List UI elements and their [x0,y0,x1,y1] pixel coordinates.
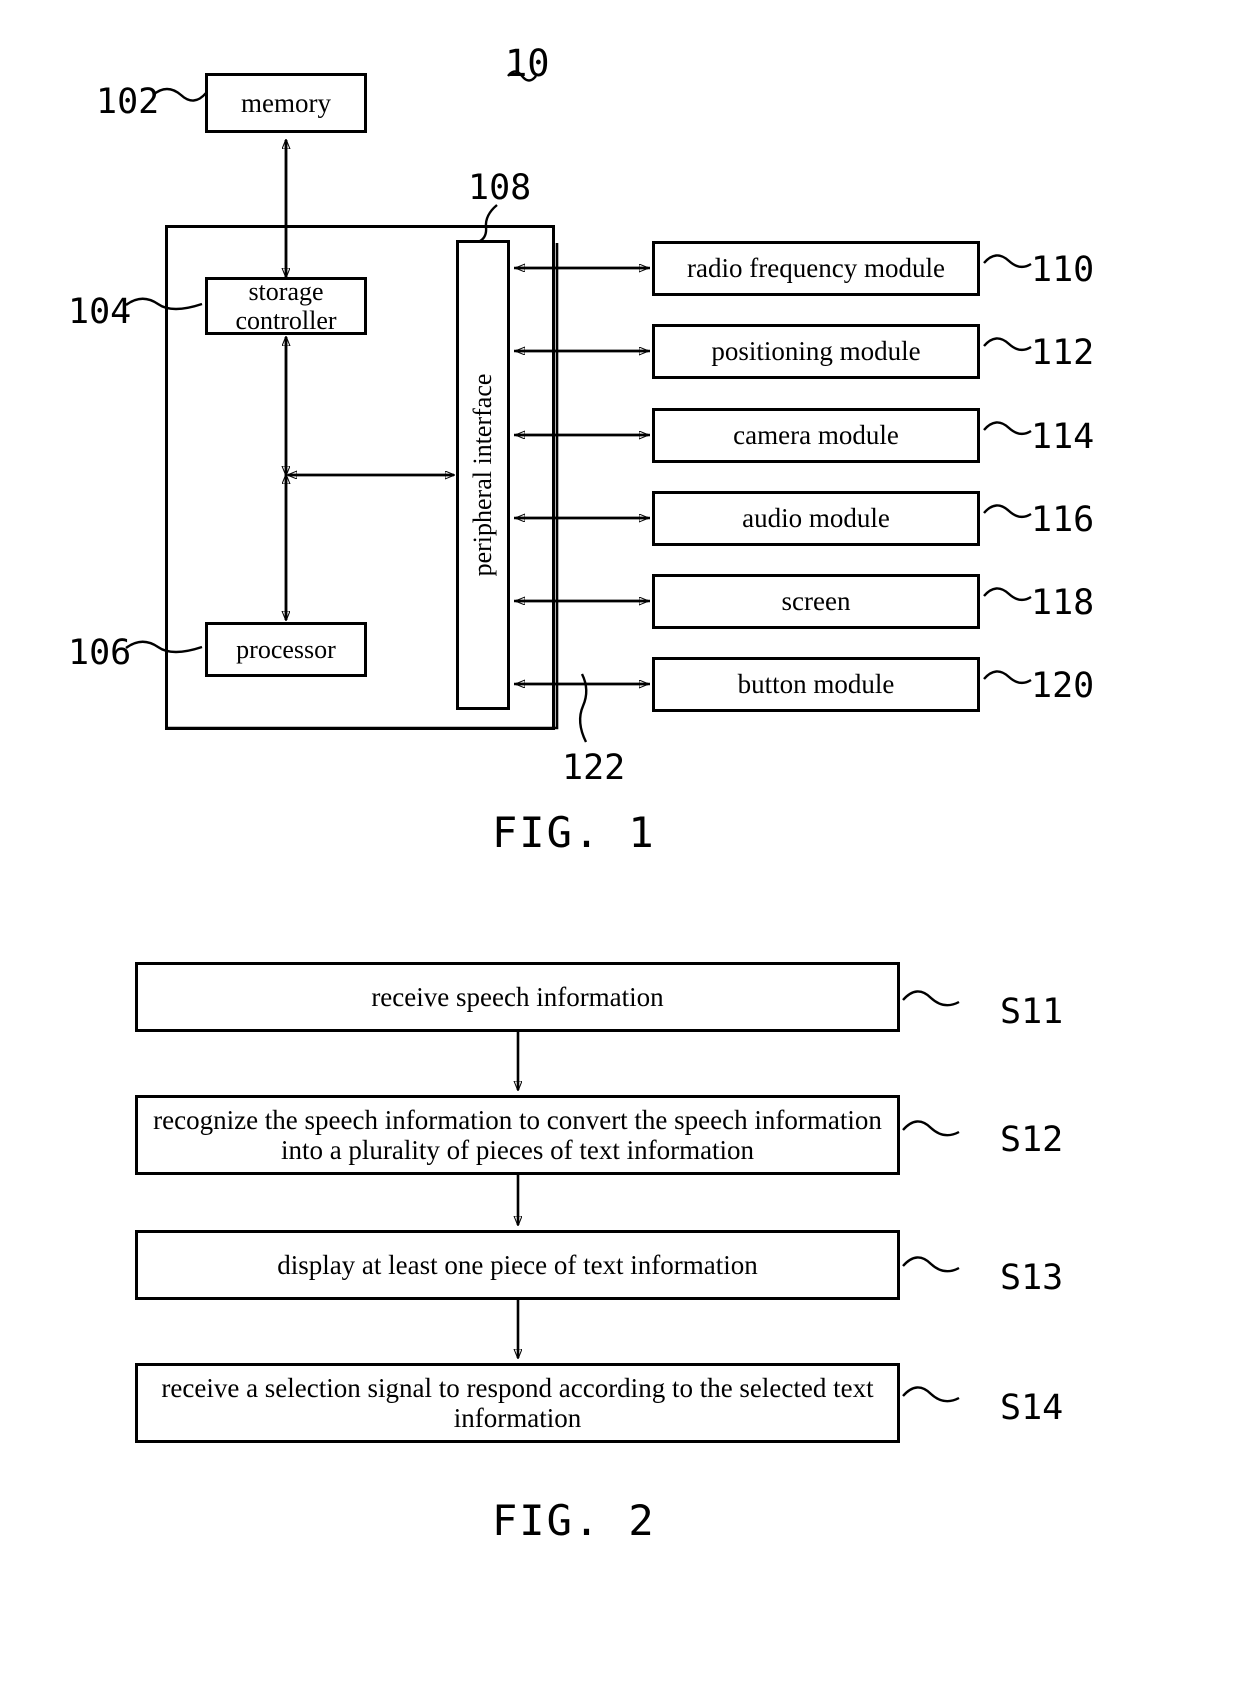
flow-step-text: recognize the speech information to conv… [153,1104,882,1165]
module-reference-114: 114 [1031,417,1095,457]
processor-reference-106: 106 [68,633,132,673]
module-label: positioning module [711,336,921,367]
peripheral-interface-label: peripheral interface [468,373,497,577]
memory-block: memory [205,73,367,133]
storage-controller-reference-104: 104 [68,292,132,332]
module-reference-116: 116 [1031,500,1095,540]
module-reference-110: 110 [1031,250,1095,290]
module-label: button module [737,669,895,700]
module-block-audio: audio module [652,491,980,546]
flow-step-text: receive speech information [371,981,664,1012]
storage-controller-block: storage controller [205,277,367,335]
module-label: camera module [733,420,899,451]
flow-step-reference-s12: S12 [1000,1120,1064,1160]
bus-reference-122: 122 [562,748,626,788]
flow-step-box-s12: recognize the speech information to conv… [135,1095,900,1175]
flow-step-box-s11: receive speech information [135,962,900,1032]
module-reference-120: 120 [1031,666,1095,706]
flow-step-reference-s11: S11 [1000,992,1064,1032]
module-label: screen [781,586,851,617]
peripheral-interface-reference-108: 108 [468,168,532,208]
module-label: radio frequency module [687,253,945,284]
processor-block: processor [205,622,367,677]
module-label: audio module [742,503,890,534]
flow-step-reference-s13: S13 [1000,1258,1064,1298]
module-block-camera: camera module [652,408,980,463]
flow-step-box-s14: receive a selection signal to respond ac… [135,1363,900,1443]
flow-step-reference-s14: S14 [1000,1388,1064,1428]
flow-step-text: receive a selection signal to respond ac… [161,1372,874,1433]
figure-1-caption: FIG. 1 [492,808,656,857]
patent-drawing-sheet: 10 memory 102 108 storage controller 104… [0,0,1240,1687]
module-block-positioning: positioning module [652,324,980,379]
storage-controller-label: storage controller [235,276,337,335]
figure-2-caption: FIG. 2 [492,1496,656,1545]
processor-label: processor [236,634,336,664]
device-reference-10: 10 [505,42,550,85]
figure2-connectors [518,990,960,1403]
flow-step-text: display at least one piece of text infor… [277,1249,758,1280]
module-block-screen: screen [652,574,980,629]
module-block-radio-frequency: radio frequency module [652,241,980,296]
memory-reference-102: 102 [96,82,160,122]
module-reference-118: 118 [1031,583,1095,623]
memory-label: memory [241,87,331,118]
flow-step-box-s13: display at least one piece of text infor… [135,1230,900,1300]
module-reference-112: 112 [1031,333,1095,373]
module-block-button: button module [652,657,980,712]
